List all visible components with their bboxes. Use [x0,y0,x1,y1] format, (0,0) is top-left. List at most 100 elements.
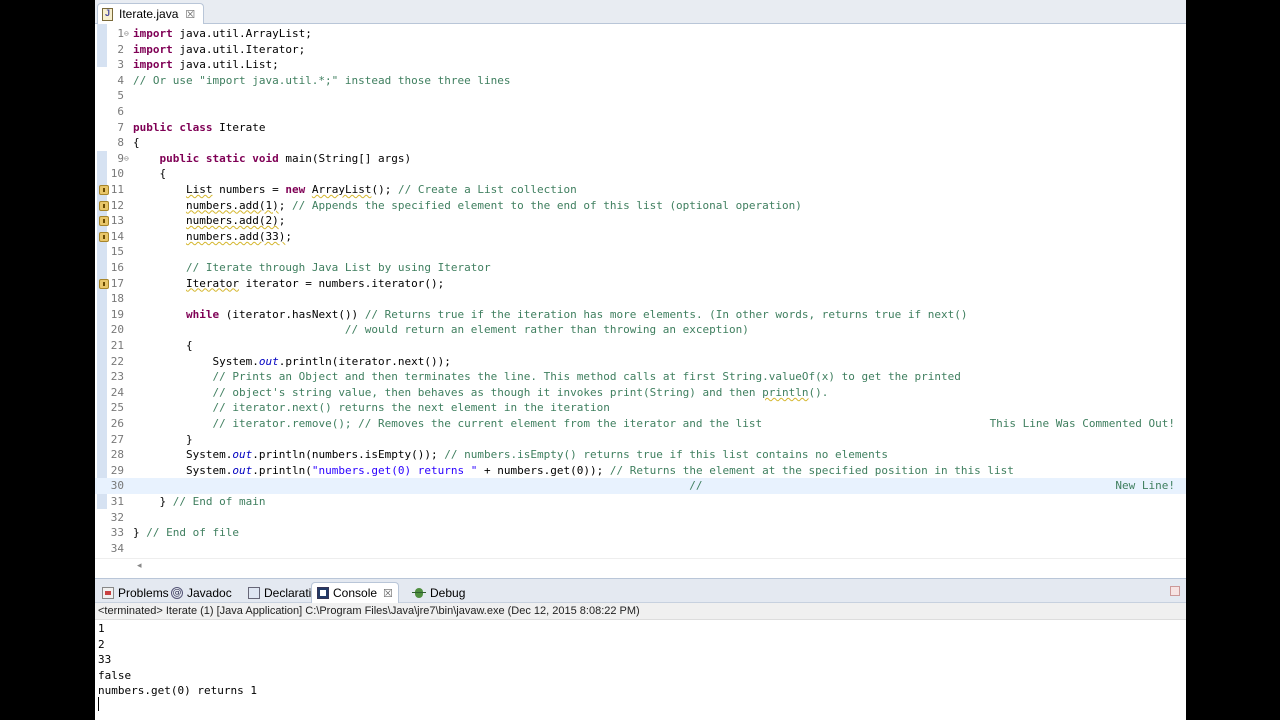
text-caret [98,697,99,711]
bottom-panel: Problems @ Javadoc Declaration Console ☒ Debug… [95,578,1186,720]
code-line[interactable]: 25 // iterator.next() returns the next e… [95,400,1186,416]
code-text: numbers.add(2); [185,214,286,228]
tab-label: Javadoc [187,585,232,600]
java-file-icon [102,7,113,21]
editor-horizontal-scrollbar[interactable]: ◂ [95,558,1186,574]
code-line[interactable]: 34 [95,541,1186,557]
trailing-comment: New Line! [1115,479,1175,493]
line-number: 21 [110,339,124,352]
code-text: } [133,432,193,446]
tab-debug[interactable]: Debug [407,582,470,603]
code-text: } // End of file [133,526,239,540]
line-number: 34 [110,541,124,555]
code-line[interactable]: 27 } [95,432,1186,448]
editor-tab-bar: Iterate.java ☒ [95,0,1186,24]
code-editor[interactable]: 1 ⊖ import java.util.ArrayList; 2 import jav… [95,24,1186,562]
code-line[interactable]: 4 // Or use "import java.util.*;" instead… [95,73,1186,89]
code-line[interactable]: 15 [95,244,1186,260]
line-number: 19 [110,307,124,321]
code-text: numbers.add(1); // Appends the specified… [185,198,802,212]
line-number: 14 [110,229,124,243]
code-line[interactable]: 1 ⊖ import java.util.ArrayList; [95,26,1186,42]
console-output-line: 2 [98,637,105,651]
console-icon [317,587,329,599]
code-line[interactable]: 29 System.out.println("numbers.get(0) re… [95,463,1186,479]
code-line[interactable]: 5 [95,88,1186,104]
code-line[interactable]: 14 numbers.add(33); [95,229,1186,245]
code-text: public class Iterate [133,120,266,134]
code-line[interactable]: 20 // would return an element rather tha… [95,322,1186,338]
code-text: // Or use "import java.util.*;" instead … [133,73,511,87]
code-line[interactable]: 24 // object's string value, then behave… [95,385,1186,401]
code-line[interactable]: 32 [95,510,1186,526]
line-number: 27 [110,432,124,446]
line-number: 29 [110,463,124,477]
code-line[interactable]: 10 { [95,166,1186,182]
code-line[interactable]: 33} // End of file [95,525,1186,541]
code-line[interactable]: 31 } // End of main [95,494,1186,510]
line-number: 11 [110,183,124,196]
editor-tab-iterate-java[interactable]: Iterate.java ☒ [97,3,205,24]
line-number: 24 [110,385,124,399]
code-line[interactable]: 30 // New Line! [95,478,1186,494]
tab-label: Debug [430,585,466,600]
console-output[interactable]: 1 2 33 false numbers.get(0) returns 1 [95,621,1186,720]
code-line[interactable]: 18 [95,291,1186,307]
line-number: 30 [110,479,124,493]
code-line[interactable]: 26 // iterator.remove(); // Removes the … [95,416,1186,432]
code-text: Iterator iterator = numbers.iterator(); [185,276,445,290]
declaration-icon [248,586,260,599]
line-number: 6 [117,105,124,118]
code-line[interactable]: 11 List numbers = new ArrayList(); // Cr… [95,182,1186,198]
code-line[interactable]: 9 ⊖ public static void main(String[] args… [95,151,1186,167]
code-text: System.out.println(iterator.next()); [133,354,451,368]
code-line[interactable]: 22 System.out.println(iterator.next()); [95,354,1186,370]
line-number: 32 [110,510,124,524]
code-text: { [133,167,167,181]
tab-label: Problems [118,585,169,600]
code-line[interactable]: 2 import java.util.Iterator; [95,42,1186,58]
line-number: 13 [110,214,124,228]
line-number: 5 [117,89,124,103]
line-number: 22 [110,354,124,368]
maximize-panel-icon[interactable] [1170,586,1180,596]
code-line[interactable]: 3 import java.util.List; [95,57,1186,73]
fold-toggle-icon[interactable]: ⊖ [124,26,132,42]
line-number: 16 [110,261,124,274]
tab-console[interactable]: Console ☒ [311,582,399,603]
tab-javadoc[interactable]: @ Javadoc [166,582,237,603]
code-line[interactable]: 16 // Iterate through Java List by using… [95,260,1186,276]
code-text: // object's string value, then behaves a… [212,385,829,399]
tab-problems[interactable]: Problems [97,582,174,603]
code-text: numbers.add(33); [185,229,292,243]
code-line[interactable]: 23 // Prints an Object and then terminat… [95,369,1186,385]
code-line[interactable]: 21 { [95,338,1186,354]
code-line[interactable]: 6 [95,104,1186,120]
code-line[interactable]: 13 numbers.add(2); [95,213,1186,229]
code-line[interactable]: 12 numbers.add(1); // Appends the specif… [95,198,1186,214]
code-text: public static void main(String[] args) [159,151,412,165]
code-line[interactable]: 7 public class Iterate [95,120,1186,136]
editor-tab-label: Iterate.java [119,7,179,21]
console-status: <terminated> Iterate (1) [Java Applicati… [95,603,1186,620]
line-number: 3 [117,58,124,72]
problems-icon [102,586,114,599]
fold-toggle-icon[interactable]: ⊖ [124,151,132,167]
code-text: // would return an element rather than t… [344,323,749,337]
close-icon[interactable]: ☒ [185,8,195,21]
panel-tab-bar: Problems @ Javadoc Declaration Console ☒ Debug [95,579,1186,603]
javadoc-icon: @ [171,586,183,599]
console-output-line: numbers.get(0) returns 1 [98,684,257,698]
code-text: // iterator.remove(); // Removes the cur… [212,417,763,430]
eclipse-ide-window: Iterate.java ☒ 1⊖import java.util.ArrayL… [95,0,1186,720]
line-number: 9 [117,151,124,165]
close-icon[interactable]: ☒ [383,587,393,600]
code-line[interactable]: 8{ [95,135,1186,151]
code-text: import java.util.ArrayList; [133,27,312,40]
code-text: { [133,339,193,352]
code-text: // iterator.next() returns the next elem… [212,401,610,415]
code-line[interactable]: 17 Iterator iterator = numbers.iterator(… [95,276,1186,292]
code-line[interactable]: 28 System.out.println(numbers.isEmpty())… [95,447,1186,463]
scroll-left-arrow-icon[interactable]: ◂ [137,561,142,571]
code-line[interactable]: 19 while (iterator.hasNext()) // Returns… [95,307,1186,323]
